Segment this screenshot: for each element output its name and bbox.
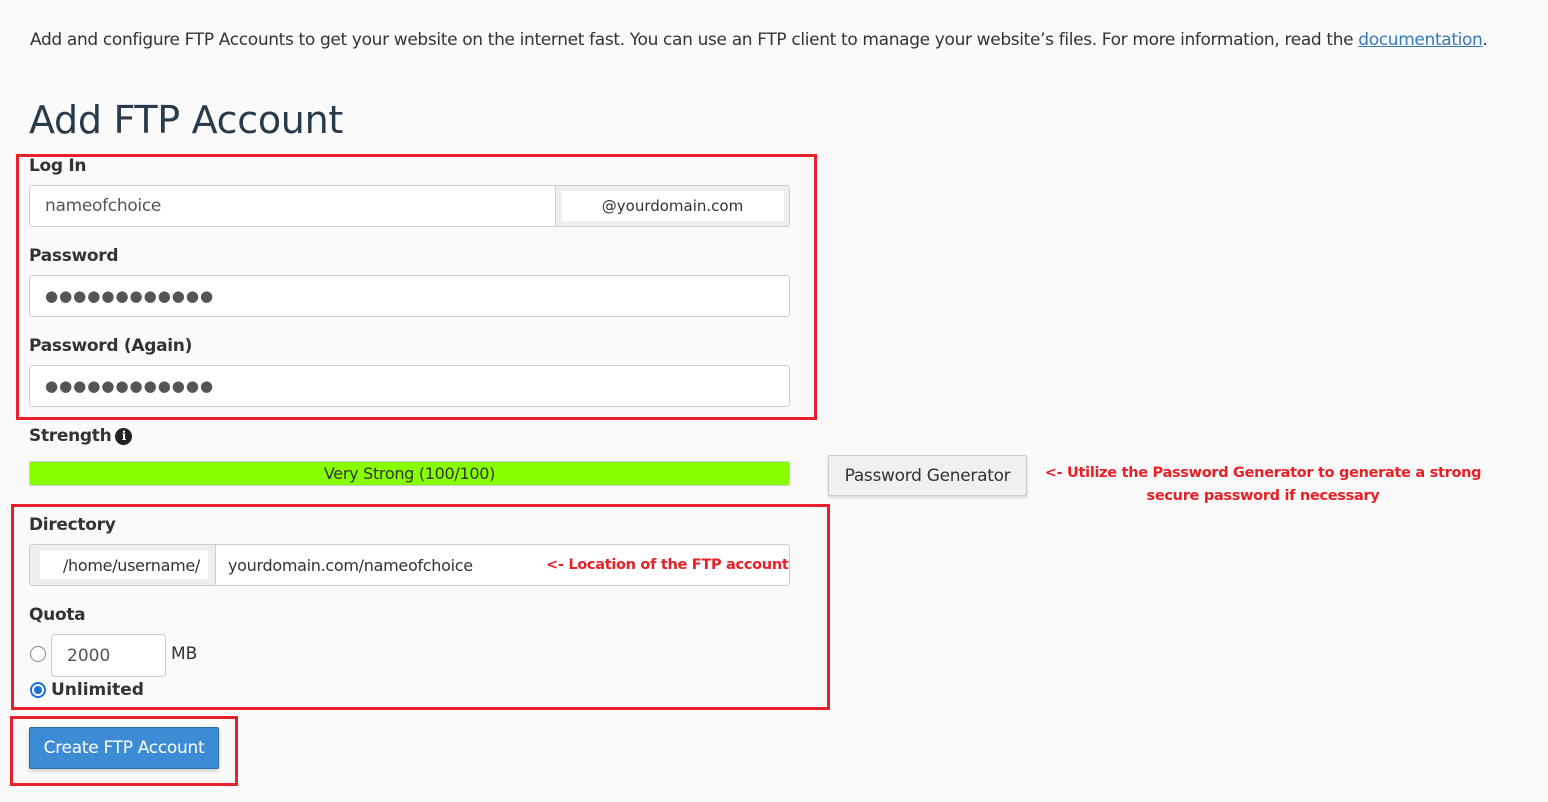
quota-limited-radio[interactable] — [30, 646, 46, 662]
login-label: Log In — [29, 156, 87, 176]
create-ftp-account-button[interactable]: Create FTP Account — [29, 727, 219, 769]
quota-label: Quota — [29, 605, 86, 625]
quota-unit: MB — [171, 644, 198, 664]
page-title: Add FTP Account — [29, 98, 343, 142]
password-generator-button[interactable]: Password Generator — [828, 455, 1027, 496]
documentation-link[interactable]: documentation — [1358, 30, 1483, 50]
directory-label: Directory — [29, 515, 116, 535]
strength-meter: Very Strong (100/100) — [29, 461, 790, 486]
directory-value: yourdomain.com/nameofchoice — [228, 555, 473, 575]
strength-text: Very Strong (100/100) — [323, 464, 496, 483]
directory-prefix-addon: /home/username/ — [30, 545, 216, 585]
info-circle-icon[interactable]: i — [115, 427, 133, 445]
add-ftp-account-page: Add and configure FTP Accounts to get yo… — [0, 0, 1548, 802]
login-input[interactable]: nameofchoice — [29, 185, 557, 227]
strength-label-wrap: Strength i — [29, 426, 133, 446]
password-generator-annotation-line1: <- Utilize the Password Generator to gen… — [1044, 465, 1482, 481]
password-again-input[interactable]: ●●●●●●●●●●●● — [29, 365, 790, 407]
intro-text: Add and configure FTP Accounts to get yo… — [30, 30, 1488, 50]
login-value: nameofchoice — [45, 196, 162, 216]
quota-value: 2000 — [67, 645, 111, 666]
intro-suffix: . — [1482, 30, 1488, 50]
quota-unlimited-radio[interactable] — [30, 682, 46, 698]
password-again-masked-value: ●●●●●●●●●●●● — [45, 377, 215, 395]
directory-prefix: /home/username/ — [40, 551, 208, 579]
domain-suffix: @yourdomain.com — [561, 191, 784, 221]
password-label: Password — [29, 246, 119, 266]
intro-description: Add and configure FTP Accounts to get yo… — [30, 30, 1359, 50]
quota-input[interactable]: 2000 — [51, 634, 166, 677]
password-again-label: Password (Again) — [29, 336, 193, 356]
password-generator-annotation-line2: secure password if necessary — [1146, 488, 1380, 504]
strength-label: Strength — [29, 426, 112, 446]
password-generator-annotation: <- Utilize the Password Generator to gen… — [1040, 462, 1486, 508]
quota-unlimited-label[interactable]: Unlimited — [51, 680, 144, 700]
password-input[interactable]: ●●●●●●●●●●●● — [29, 275, 790, 317]
password-masked-value: ●●●●●●●●●●●● — [45, 287, 215, 305]
domain-addon: @yourdomain.com — [555, 185, 790, 227]
directory-annotation: <- Location of the FTP account — [546, 557, 789, 573]
